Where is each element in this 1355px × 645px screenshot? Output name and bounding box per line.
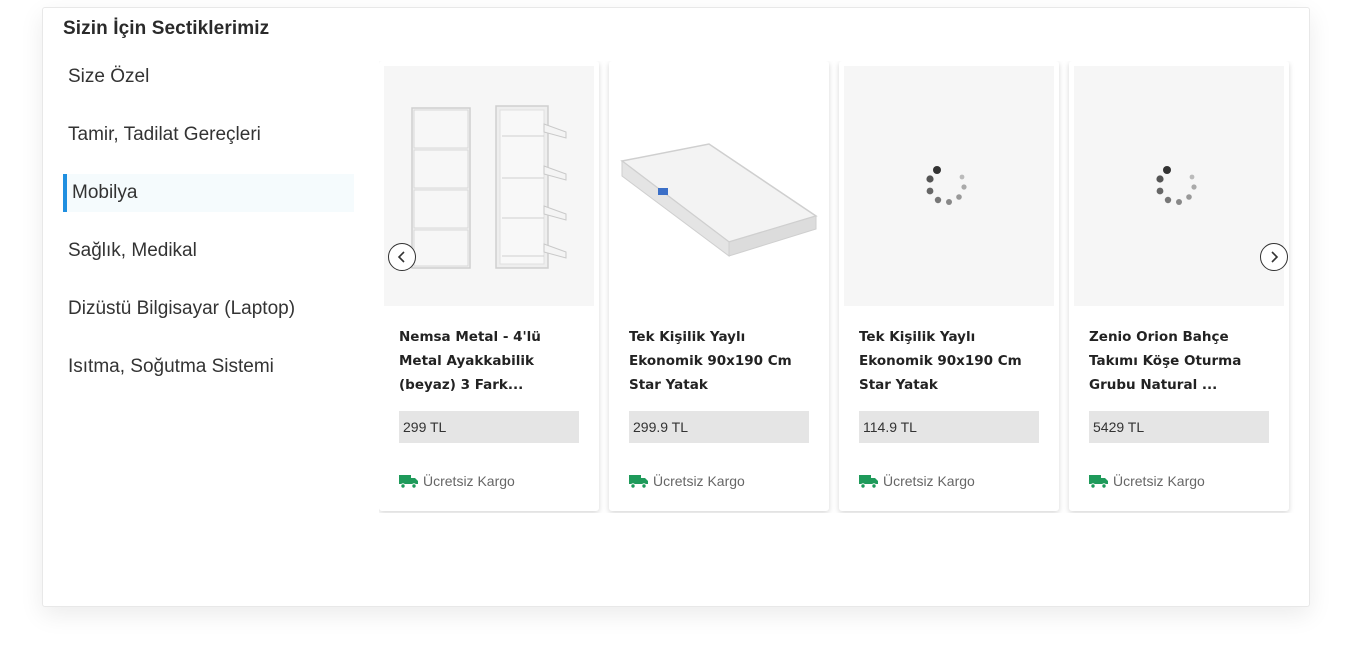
carousel-prev-button[interactable] [388,243,416,271]
product-card[interactable]: Zenio Orion Bahçe Takımı Köşe Oturma Gru… [1069,61,1289,511]
recommendations-panel: Sizin İçin Sectiklerimiz Size Özel Tamir… [42,7,1310,607]
product-price: 299 TL [399,411,579,443]
category-item-tamir-tadilat[interactable]: Tamir, Tadilat Gereçleri [63,116,354,154]
free-shipping-label: Ücretsiz Kargo [859,473,975,489]
shoe-cabinet-image[interactable] [384,66,594,306]
free-shipping-label: Ücretsiz Kargo [1089,473,1205,489]
product-image-loading[interactable] [1074,66,1284,306]
shipping-text: Ücretsiz Kargo [423,473,515,489]
product-price: 5429 TL [1089,411,1269,443]
category-item-saglik-medikal[interactable]: Sağlık, Medikal [63,232,354,270]
shipping-text: Ücretsiz Kargo [883,473,975,489]
product-price: 299.9 TL [629,411,809,443]
product-card[interactable]: Tek Kişilik Yaylı Ekonomik 90x190 Cm Sta… [609,61,829,511]
loading-spinner-icon [926,166,967,205]
product-name[interactable]: Nemsa Metal - 4'lü Metal Ayakkabilik (be… [399,325,584,397]
category-item-isitma-sogutma[interactable]: Isıtma, Soğutma Sistemi [63,348,354,386]
product-price: 114.9 TL [859,411,1039,443]
truck-icon [629,475,648,489]
product-name[interactable]: Tek Kişilik Yaylı Ekonomik 90x190 Cm Sta… [859,325,1044,397]
carousel-next-button[interactable] [1260,243,1288,271]
loading-spinner-icon [1156,166,1197,205]
truck-icon [859,475,878,489]
truck-icon [399,475,418,489]
truck-icon [1089,475,1108,489]
product-card[interactable]: Nemsa Metal - 4'lü Metal Ayakkabilik (be… [379,61,599,511]
product-name[interactable]: Zenio Orion Bahçe Takımı Köşe Oturma Gru… [1089,325,1274,397]
product-name[interactable]: Tek Kişilik Yaylı Ekonomik 90x190 Cm Sta… [629,325,814,397]
category-list: Size Özel Tamir, Tadilat Gereçleri Mobil… [63,58,354,406]
category-item-mobilya[interactable]: Mobilya [63,174,354,212]
shipping-text: Ücretsiz Kargo [1113,473,1205,489]
shipping-text: Ücretsiz Kargo [653,473,745,489]
product-image-loading[interactable] [844,66,1054,306]
section-title: Sizin İçin Sectiklerimiz [63,18,270,39]
mattress-image[interactable] [614,66,824,306]
free-shipping-label: Ücretsiz Kargo [629,473,745,489]
product-carousel: Nemsa Metal - 4'lü Metal Ayakkabilik (be… [379,61,1299,513]
category-item-size-ozel[interactable]: Size Özel [63,58,354,96]
chevron-right-icon [1271,251,1279,263]
free-shipping-label: Ücretsiz Kargo [399,473,515,489]
chevron-left-icon [397,251,405,263]
category-item-laptop[interactable]: Dizüstü Bilgisayar (Laptop) [63,290,354,328]
product-card[interactable]: Tek Kişilik Yaylı Ekonomik 90x190 Cm Sta… [839,61,1059,511]
